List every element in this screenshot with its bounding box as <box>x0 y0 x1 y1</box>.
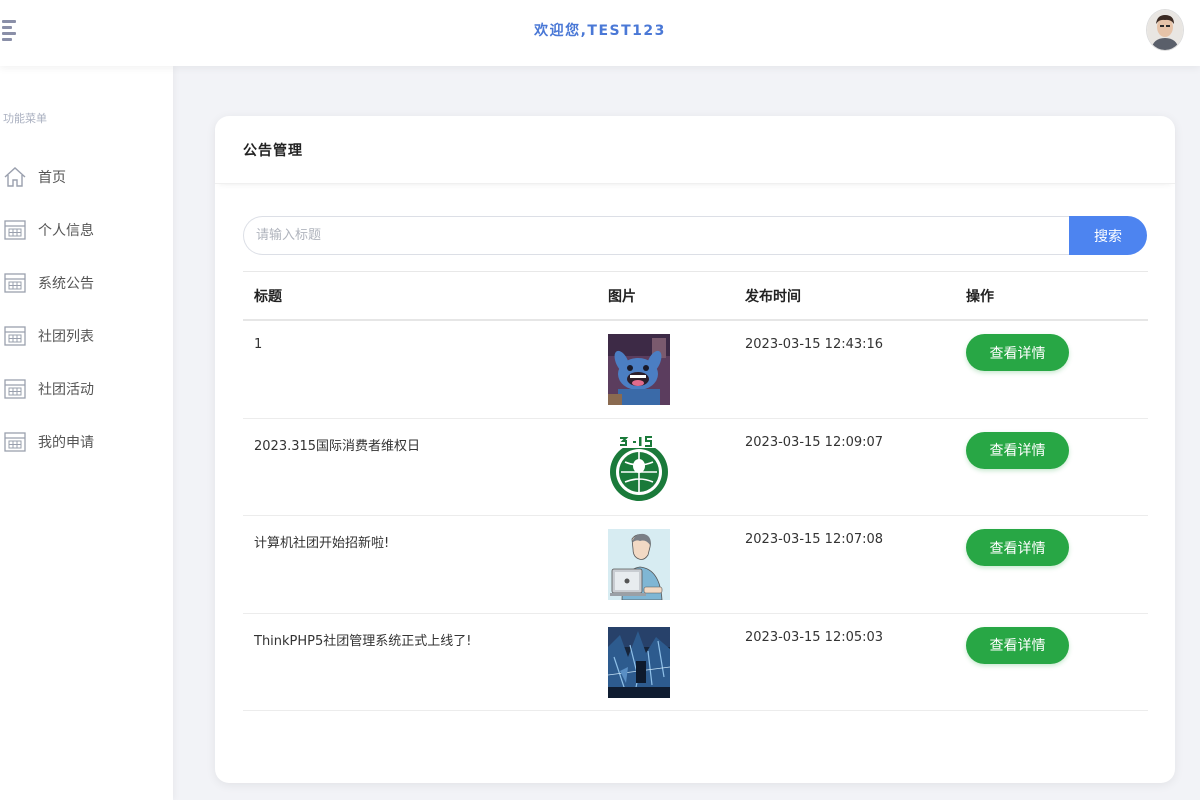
sidebar-item-announcements[interactable]: 系统公告 <box>0 265 173 301</box>
announcement-table: 标题 图片 发布时间 操作 1 2023-03-15 12:43:16 查看详情… <box>243 271 1148 711</box>
row-time: 2023-03-15 12:07:08 <box>745 532 884 547</box>
search-input[interactable] <box>243 216 1069 255</box>
sidebar-heading: 功能菜单 <box>3 112 47 125</box>
grid-table-icon <box>2 377 28 401</box>
table-header: 标题 图片 发布时间 操作 <box>243 272 1148 321</box>
row-action-cell: 查看详情 <box>956 614 1148 664</box>
view-details-button[interactable]: 查看详情 <box>966 626 1069 664</box>
card-header: 公告管理 <box>215 116 1175 184</box>
row-action-cell: 查看详情 <box>956 516 1148 566</box>
sidebar-item-my-applications[interactable]: 我的申请 <box>0 424 173 460</box>
grid-table-icon <box>2 324 28 348</box>
search-button[interactable]: 搜索 <box>1069 216 1147 255</box>
row-image-cell <box>608 321 735 405</box>
welcome-text: 欢迎您,TEST123 <box>534 23 666 39</box>
sidebar: 功能菜单 首页 个人信息 系统公告 社团列表 社团活动 我的申请 <box>0 66 173 800</box>
abstract-blue-thumbnail <box>608 626 670 698</box>
sidebar-item-club-activities[interactable]: 社团活动 <box>0 371 173 407</box>
column-header-action: 操作 <box>966 288 994 305</box>
sidebar-item-label: 社团活动 <box>38 382 94 398</box>
view-details-button[interactable]: 查看详情 <box>966 334 1069 371</box>
sidebar-item-label: 我的申请 <box>38 435 94 451</box>
cartoon-character-thumbnail <box>608 334 670 405</box>
column-header-image: 图片 <box>608 288 636 305</box>
page-title: 公告管理 <box>243 142 303 159</box>
row-title: ThinkPHP5社团管理系统正式上线了! <box>254 633 472 649</box>
grid-table-icon <box>2 218 28 242</box>
view-details-button[interactable]: 查看详情 <box>966 431 1069 469</box>
view-details-button[interactable]: 查看详情 <box>966 529 1069 566</box>
avatar-image <box>1147 10 1183 50</box>
sidebar-item-profile[interactable]: 个人信息 <box>0 212 173 248</box>
row-action-cell: 查看详情 <box>956 419 1148 469</box>
table-row: 计算机社团开始招新啦! 2023-03-15 12:07:08 查看详情 <box>243 516 1148 614</box>
sidebar-item-label: 系统公告 <box>38 276 94 292</box>
row-image-cell <box>608 516 735 600</box>
315-logo-thumbnail <box>608 431 670 503</box>
row-title: 2023.315国际消费者维权日 <box>254 438 421 454</box>
row-image-cell <box>608 614 735 698</box>
row-action-cell: 查看详情 <box>956 321 1148 371</box>
user-avatar[interactable] <box>1147 10 1183 50</box>
announcement-card: 公告管理 搜索 标题 图片 发布时间 操作 1 <box>215 116 1175 783</box>
sidebar-item-label: 首页 <box>38 170 66 186</box>
grid-table-icon <box>2 430 28 454</box>
table-row: 1 2023-03-15 12:43:16 查看详情 <box>243 321 1148 419</box>
row-image-cell <box>608 419 735 503</box>
search-bar: 搜索 <box>243 216 1147 255</box>
sidebar-item-home[interactable]: 首页 <box>0 159 173 195</box>
row-title: 计算机社团开始招新啦! <box>254 536 390 551</box>
sidebar-item-label: 社团列表 <box>38 329 94 345</box>
table-row: ThinkPHP5社团管理系统正式上线了! 2023-03-15 12:05:0… <box>243 614 1148 711</box>
row-time: 2023-03-15 12:43:16 <box>745 337 884 352</box>
grid-table-icon <box>2 271 28 295</box>
row-time: 2023-03-15 12:09:07 <box>745 434 884 450</box>
table-row: 2023.315国际消费者维权日 2023-03-15 12:09:07 查看详… <box>243 419 1148 516</box>
home-icon <box>2 165 28 189</box>
column-header-time: 发布时间 <box>745 288 801 305</box>
person-at-computer-thumbnail <box>608 529 670 600</box>
sidebar-item-club-list[interactable]: 社团列表 <box>0 318 173 354</box>
sidebar-item-label: 个人信息 <box>38 223 94 239</box>
row-title: 1 <box>254 337 263 352</box>
column-header-title: 标题 <box>254 288 282 305</box>
top-header: 欢迎您,TEST123 <box>0 0 1200 66</box>
row-time: 2023-03-15 12:05:03 <box>745 629 884 645</box>
